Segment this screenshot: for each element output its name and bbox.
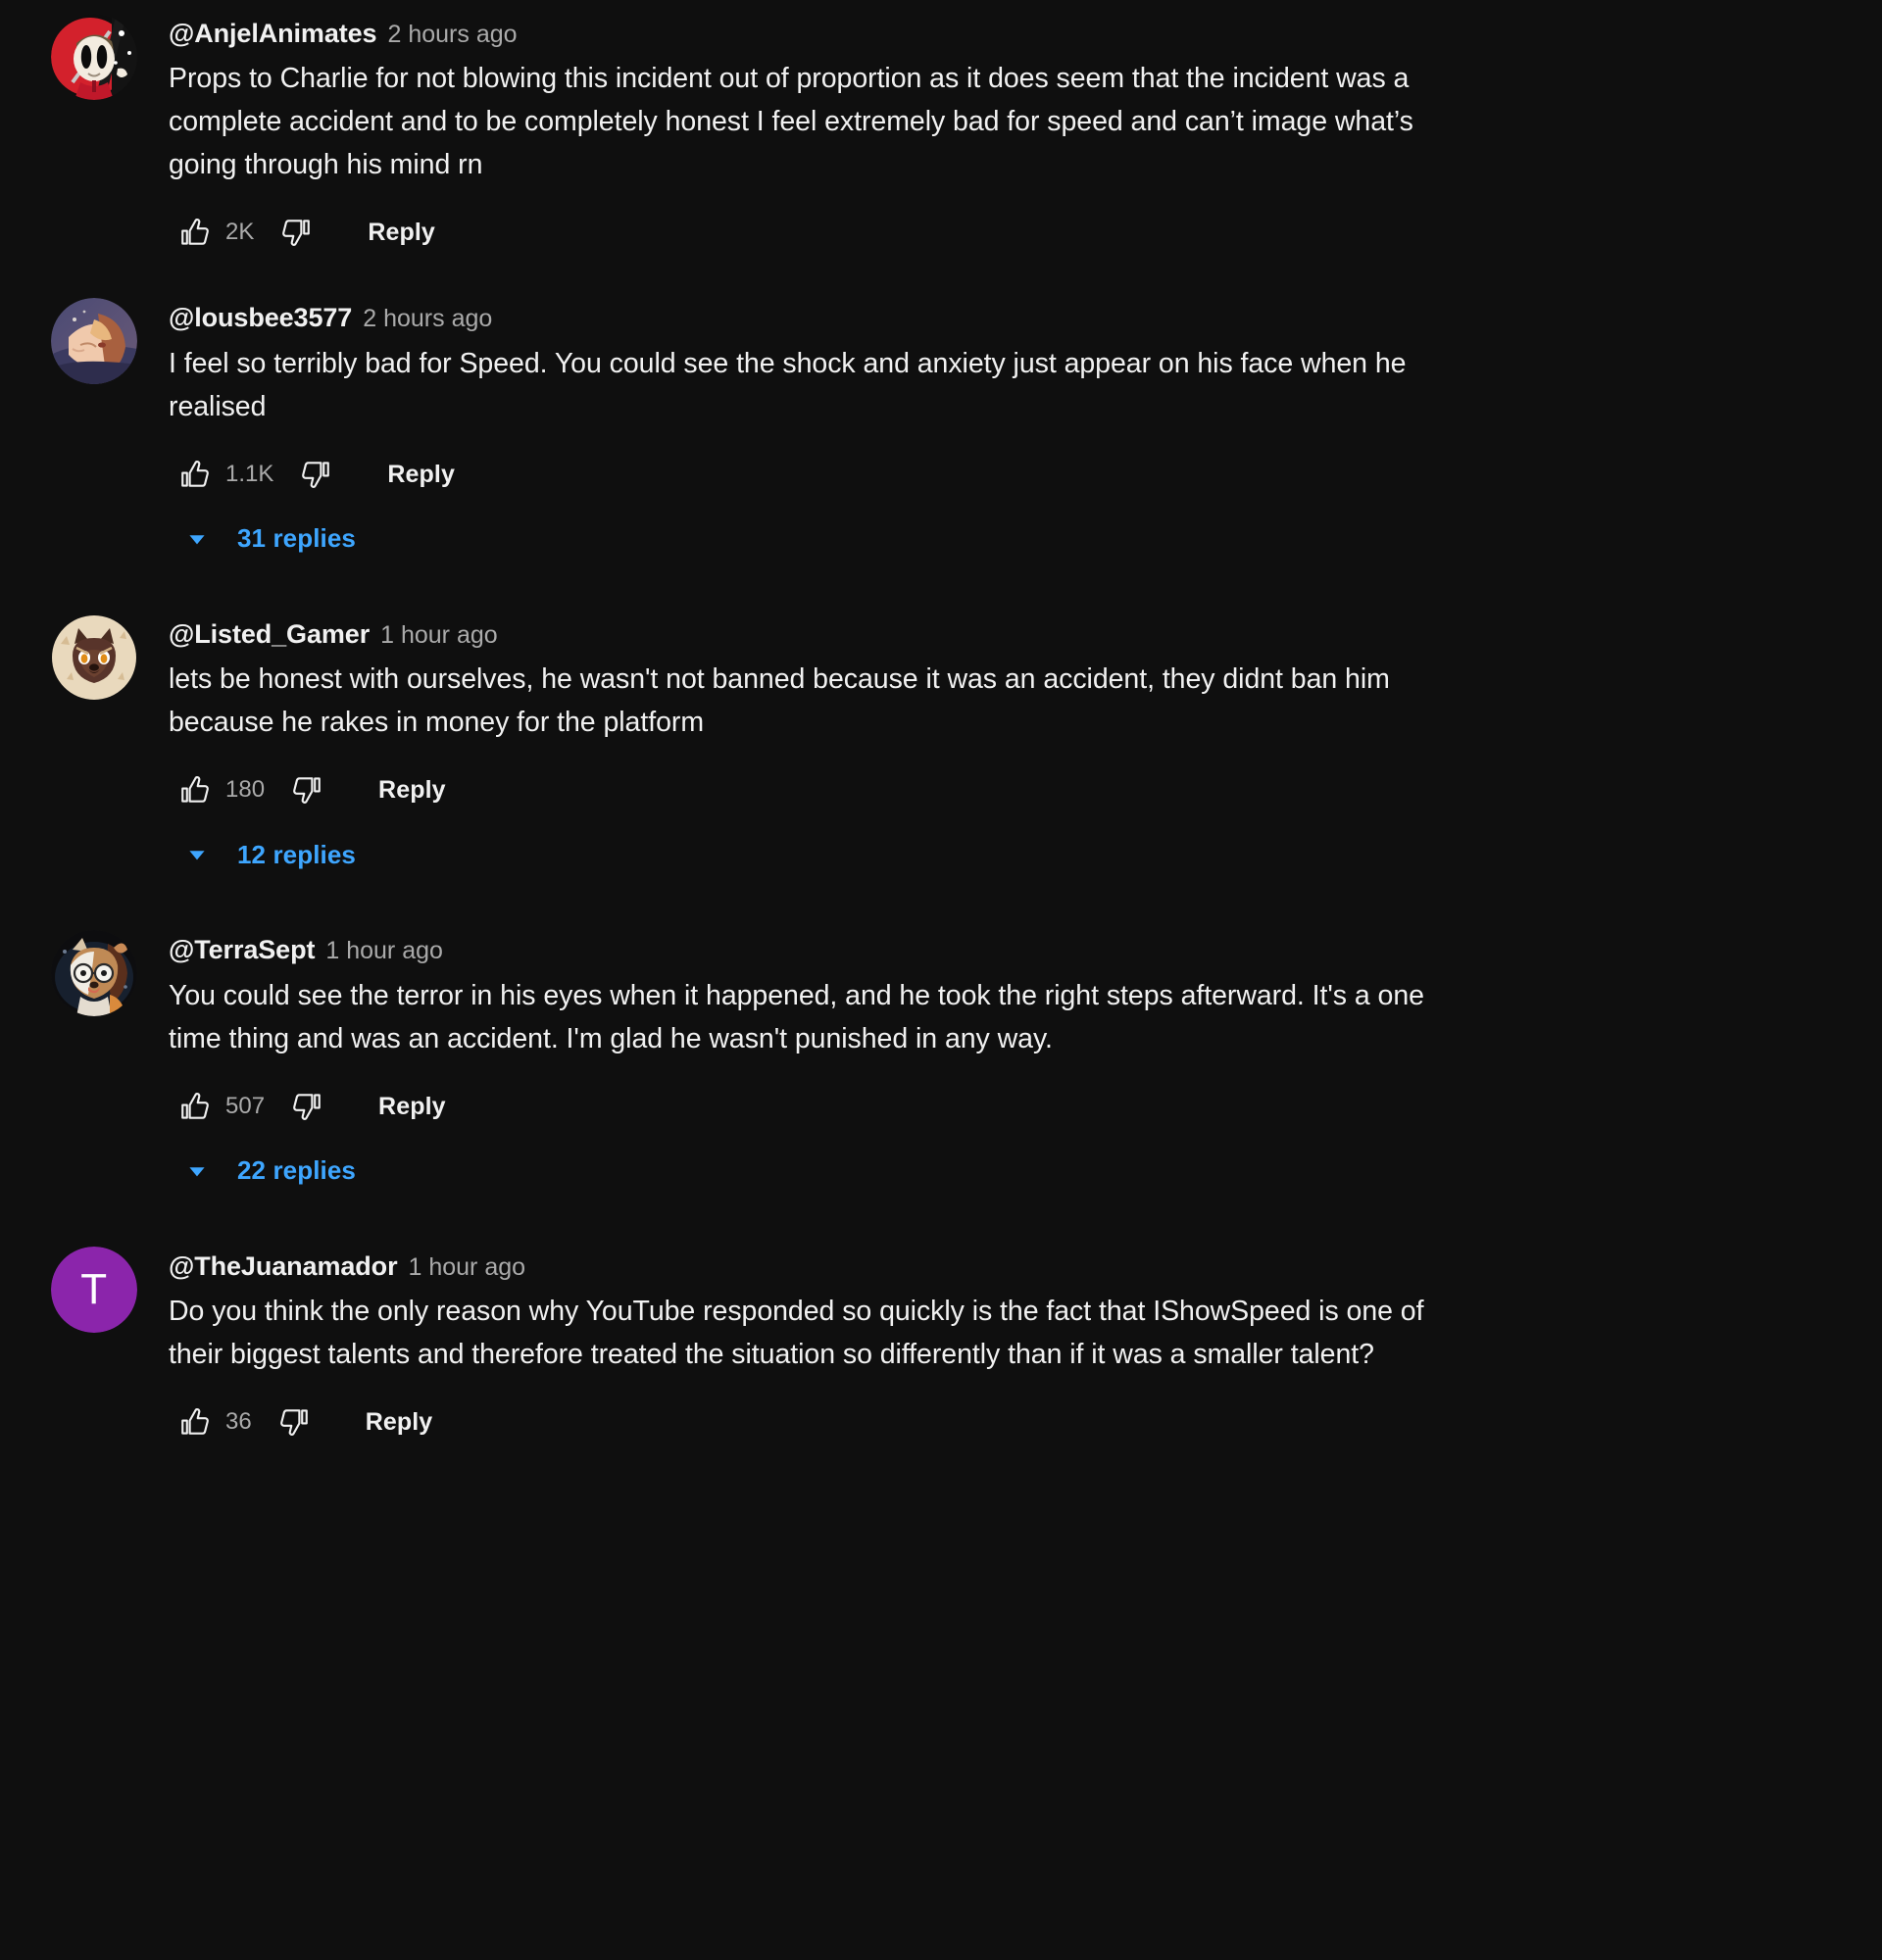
comment-actions: 180 Reply (169, 763, 1843, 816)
comment-author[interactable]: @lousbee3577 (169, 302, 352, 333)
comment-actions: 36 Reply (169, 1396, 1843, 1448)
avatar[interactable] (51, 298, 137, 385)
comment-header: @Listed_Gamer 1 hour ago (169, 618, 1843, 650)
comment-timestamp[interactable]: 2 hours ago (387, 20, 517, 49)
dislike-button[interactable] (289, 448, 342, 501)
show-replies-button[interactable]: 12 replies (169, 830, 375, 879)
thread-spacer (0, 564, 1882, 614)
avatar[interactable] (51, 930, 137, 1017)
show-replies-button[interactable]: 22 replies (169, 1147, 375, 1196)
thread-spacer (0, 1448, 1882, 1488)
show-replies-button[interactable]: 31 replies (169, 514, 375, 564)
like-button[interactable]: 2K (169, 206, 264, 259)
comment-body: @AnjelAnimates 2 hours ago Props to Char… (169, 14, 1843, 259)
comment-thread: T @TheJuanamador 1 hour ago Do you think… (0, 1246, 1882, 1488)
like-count: 507 (225, 1092, 266, 1119)
comment-text: Props to Charlie for not blowing this in… (169, 63, 1421, 181)
avatar-letter: T (51, 1246, 137, 1333)
comment-thread: @lousbee3577 2 hours ago I feel so terri… (0, 298, 1882, 613)
replies-count-label: 22 replies (237, 1155, 356, 1186)
like-count: 36 (225, 1407, 252, 1435)
comment-body: @TheJuanamador 1 hour ago Do you think t… (169, 1247, 1843, 1448)
comment-actions: 507 Reply (169, 1080, 1843, 1133)
comment-author[interactable]: @Listed_Gamer (169, 618, 370, 650)
dislike-button[interactable] (280, 1080, 333, 1133)
thumbs-down-icon (270, 206, 322, 259)
comment: @lousbee3577 2 hours ago I feel so terri… (0, 298, 1882, 500)
comment-actions: 2K Reply (169, 206, 1843, 259)
thumbs-up-icon (169, 1396, 222, 1448)
comment-text: Do you think the only reason why YouTube… (169, 1295, 1432, 1370)
comment-body: @Listed_Gamer 1 hour ago lets be honest … (169, 614, 1843, 816)
comment-author[interactable]: @TheJuanamador (169, 1250, 398, 1282)
thumbs-up-icon (169, 1080, 222, 1133)
comment-header: @AnjelAnimates 2 hours ago (169, 18, 1843, 49)
avatar[interactable]: T (51, 1246, 137, 1333)
comment-text: I feel so terribly bad for Speed. You co… (169, 347, 1414, 422)
comment-text: lets be honest with ourselves, he wasn't… (169, 663, 1398, 739)
comment-thread: @TerraSept 1 hour ago You could see the … (0, 930, 1882, 1246)
dislike-button[interactable] (268, 1396, 321, 1448)
like-count: 1.1K (225, 460, 274, 487)
thumbs-down-icon (280, 763, 333, 816)
thumbs-down-icon (289, 448, 342, 501)
comment: @Listed_Gamer 1 hour ago lets be honest … (0, 613, 1882, 816)
comment-thread: @Listed_Gamer 1 hour ago lets be honest … (0, 613, 1882, 930)
chevron-down-icon (180, 522, 214, 556)
comment: T @TheJuanamador 1 hour ago Do you think… (0, 1246, 1882, 1448)
comment-timestamp[interactable]: 1 hour ago (380, 620, 498, 650)
replies-count-label: 31 replies (237, 523, 356, 554)
thread-spacer (0, 879, 1882, 930)
comment: @AnjelAnimates 2 hours ago Props to Char… (0, 14, 1882, 259)
avatar[interactable] (51, 613, 137, 701)
replies-row: 31 replies (0, 514, 1882, 564)
thumbs-down-icon (268, 1396, 321, 1448)
comment-timestamp[interactable]: 1 hour ago (408, 1252, 525, 1282)
like-button[interactable]: 1.1K (169, 448, 283, 501)
thumbs-up-icon (169, 448, 222, 501)
comment-body: @lousbee3577 2 hours ago I feel so terri… (169, 298, 1843, 500)
comment-body: @TerraSept 1 hour ago You could see the … (169, 930, 1843, 1132)
reply-button[interactable]: Reply (344, 1398, 455, 1446)
comment-actions: 1.1K Reply (169, 448, 1843, 501)
thread-spacer (0, 1196, 1882, 1247)
like-count: 2K (225, 219, 255, 246)
comment: @TerraSept 1 hour ago You could see the … (0, 930, 1882, 1132)
thumbs-up-icon (169, 763, 222, 816)
like-count: 180 (225, 776, 266, 804)
like-button[interactable]: 507 (169, 1080, 274, 1133)
thread-spacer (0, 259, 1882, 298)
replies-count-label: 12 replies (237, 839, 356, 869)
comment-timestamp[interactable]: 1 hour ago (325, 936, 443, 965)
comment-thread: @AnjelAnimates 2 hours ago Props to Char… (0, 14, 1882, 298)
comment-author[interactable]: @TerraSept (169, 934, 315, 965)
like-button[interactable]: 36 (169, 1396, 262, 1448)
like-button[interactable]: 180 (169, 763, 274, 816)
thumbs-up-icon (169, 206, 222, 259)
reply-button[interactable]: Reply (357, 1083, 468, 1130)
chevron-down-icon (180, 838, 214, 871)
comment-text: You could see the terror in his eyes whe… (169, 979, 1432, 1054)
comments-section: @AnjelAnimates 2 hours ago Props to Char… (0, 0, 1882, 1488)
chevron-down-icon (180, 1154, 214, 1188)
avatar[interactable] (51, 14, 137, 100)
comment-header: @TheJuanamador 1 hour ago (169, 1250, 1843, 1282)
reply-button[interactable]: Reply (366, 451, 476, 498)
thumbs-down-icon (280, 1080, 333, 1133)
comment-header: @TerraSept 1 hour ago (169, 934, 1843, 965)
replies-row: 22 replies (0, 1147, 1882, 1196)
comment-header: @lousbee3577 2 hours ago (169, 302, 1843, 333)
reply-button[interactable]: Reply (346, 209, 457, 256)
reply-button[interactable]: Reply (357, 766, 468, 813)
replies-row: 12 replies (0, 830, 1882, 879)
comment-timestamp[interactable]: 2 hours ago (363, 304, 492, 333)
comment-author[interactable]: @AnjelAnimates (169, 18, 377, 49)
dislike-button[interactable] (270, 206, 322, 259)
dislike-button[interactable] (280, 763, 333, 816)
